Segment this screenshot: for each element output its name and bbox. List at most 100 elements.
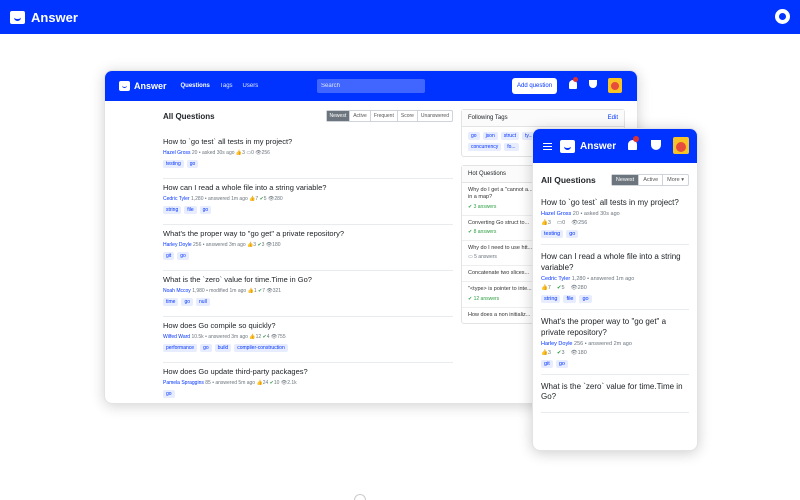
question-stats: 👍3 ▭0 👁256 <box>541 220 689 226</box>
question-meta: Pamela Spraggins 85 • answered 5m ago 👍2… <box>163 380 453 386</box>
author-link[interactable]: Noah Mccoy <box>163 288 191 294</box>
tag-badge[interactable]: file <box>563 295 577 304</box>
answer-logo-icon[interactable] <box>560 139 575 153</box>
search-input[interactable] <box>317 79 425 93</box>
author-link[interactable]: Hazel Gross <box>541 211 571 217</box>
author-reputation: 20 <box>572 211 579 218</box>
add-question-button[interactable]: Add question <box>512 78 558 94</box>
question-title-link[interactable]: How can I read a whole file into a strin… <box>541 252 689 273</box>
avatar[interactable] <box>673 137 689 154</box>
table-row: How does Go compile so quickly? Wilfed Wa… <box>163 317 453 363</box>
question-meta: Hazel Gross 20 • asked 30s ago 👍3 ▭0 👁25… <box>163 150 453 156</box>
trophy-icon[interactable] <box>589 80 597 88</box>
question-title-link[interactable]: What is the `zero` value for time.Time i… <box>541 382 689 403</box>
views-stat: 👁280 <box>571 285 587 291</box>
menu-icon[interactable] <box>543 142 552 150</box>
tag-badge[interactable]: build <box>214 344 232 352</box>
tab-more[interactable]: More ▾ <box>663 175 688 185</box>
activity-text: • answered 5m ago <box>212 380 256 386</box>
question-title-link[interactable]: What's the proper way to "go get" a priv… <box>163 229 453 238</box>
question-title-link[interactable]: How does Go compile so quickly? <box>163 321 453 330</box>
tag-badge[interactable]: null <box>196 298 210 306</box>
avatar[interactable] <box>608 78 622 93</box>
answer-count: 5 <box>263 196 267 202</box>
tab-newest[interactable]: Newest <box>326 111 351 121</box>
tab-active[interactable]: Active <box>639 175 664 185</box>
tab-active[interactable]: Active <box>350 111 371 121</box>
vote-count: 1 <box>253 288 257 294</box>
author-link[interactable]: Cedric Tyler <box>163 196 190 202</box>
question-title-link[interactable]: How does Go update third-party packages? <box>163 367 453 376</box>
nav-tags[interactable]: Tags <box>220 83 233 89</box>
tag-badge[interactable]: json <box>482 132 498 140</box>
tag-badge[interactable]: go <box>177 252 189 260</box>
tag-badge[interactable]: fo... <box>504 143 519 151</box>
tag-badge[interactable]: go <box>555 359 568 368</box>
trophy-icon[interactable] <box>651 140 661 150</box>
tag-badge[interactable]: performance <box>163 344 198 352</box>
tag-badge[interactable]: string <box>163 206 182 214</box>
question-title-link[interactable]: How to `go test` all tests in my project… <box>163 137 453 146</box>
page-title: All Questions <box>163 111 215 121</box>
tag-badge[interactable]: go <box>199 206 212 214</box>
nav-questions[interactable]: Questions <box>181 83 210 89</box>
tag-badge[interactable]: testing <box>163 160 184 168</box>
question-title-link[interactable]: What's the proper way to "go get" a priv… <box>541 317 689 338</box>
tag-list: go <box>163 390 453 398</box>
tag-badge[interactable]: go <box>163 390 175 398</box>
answer-logo-icon[interactable] <box>119 81 130 91</box>
tab-newest[interactable]: Newest <box>611 175 640 185</box>
question-meta: Cedric Tyler 1,280 • answered 1m ago 👍7 … <box>163 196 453 202</box>
view-count: 256 <box>578 220 588 227</box>
question-title-link[interactable]: How to `go test` all tests in my project… <box>541 198 689 208</box>
author-link[interactable]: Hazel Gross <box>163 150 191 156</box>
github-icon[interactable] <box>775 9 790 24</box>
author-link[interactable]: Harley Doyle <box>163 242 192 248</box>
table-row: How can I read a whole file into a strin… <box>163 179 453 225</box>
tag-badge[interactable]: go <box>468 132 480 140</box>
question-title-link[interactable]: What is the `zero` value for time.Time i… <box>163 275 453 284</box>
tag-badge[interactable]: go <box>579 295 592 304</box>
tag-badge[interactable]: go <box>566 230 579 239</box>
author-link[interactable]: Harley Doyle <box>541 341 572 347</box>
nav-users[interactable]: Users <box>243 83 259 89</box>
author-link[interactable]: Wilfed Ward <box>163 334 190 340</box>
tag-badge[interactable]: go <box>200 344 212 352</box>
edit-tags-link[interactable]: Edit <box>608 115 618 121</box>
site-title[interactable]: Answer <box>31 10 78 25</box>
mobile-brand[interactable]: Answer <box>580 141 616 152</box>
tag-badge[interactable]: concurrency <box>468 143 502 151</box>
tag-badge[interactable]: testing <box>541 230 564 239</box>
author-link[interactable]: Pamela Spraggins <box>163 380 204 386</box>
desktop-navbar: Answer Questions Tags Users Add question <box>105 71 637 101</box>
author-reputation: 256 <box>574 340 584 347</box>
vote-count: 3 <box>242 150 245 156</box>
answers-stat: ✔3 <box>557 350 565 356</box>
tab-unanswered[interactable]: Unanswered <box>418 111 452 121</box>
desktop-brand[interactable]: Answer <box>134 81 167 91</box>
tag-badge[interactable]: file <box>184 206 197 214</box>
tab-score[interactable]: Score <box>398 111 418 121</box>
tag-badge[interactable]: time <box>163 298 179 306</box>
author-link[interactable]: Cedric Tyler <box>541 276 570 282</box>
tag-badge[interactable]: git <box>541 359 553 368</box>
activity-text: • modified 1m ago <box>206 288 247 294</box>
tag-list: time go null <box>163 298 453 306</box>
question-title-link[interactable]: How can I read a whole file into a strin… <box>163 183 453 192</box>
tag-badge[interactable]: go <box>186 160 199 168</box>
answer-logo-icon[interactable] <box>10 10 25 24</box>
tag-badge[interactable]: struct <box>500 132 519 140</box>
tab-frequent[interactable]: Frequent <box>371 111 398 121</box>
view-count: 180 <box>272 242 281 248</box>
tag-badge[interactable]: git <box>163 252 175 260</box>
tag-badge[interactable]: string <box>541 295 561 304</box>
answer-count: 0 <box>251 150 254 156</box>
tag-badge[interactable]: go <box>181 298 194 306</box>
mobile-mockup: Answer All Questions Newest Active More … <box>532 128 698 451</box>
vote-count: 24 <box>262 380 269 386</box>
thumbs-up-icon: 👍 <box>541 349 548 356</box>
question-stats: 👍7 ✔5 👁280 <box>541 285 689 291</box>
answer-count: 10 <box>273 380 280 386</box>
question-meta: Harley Doyle 256 • answered 2m ago <box>541 341 689 347</box>
tag-badge[interactable]: compiler-construction <box>234 344 288 352</box>
